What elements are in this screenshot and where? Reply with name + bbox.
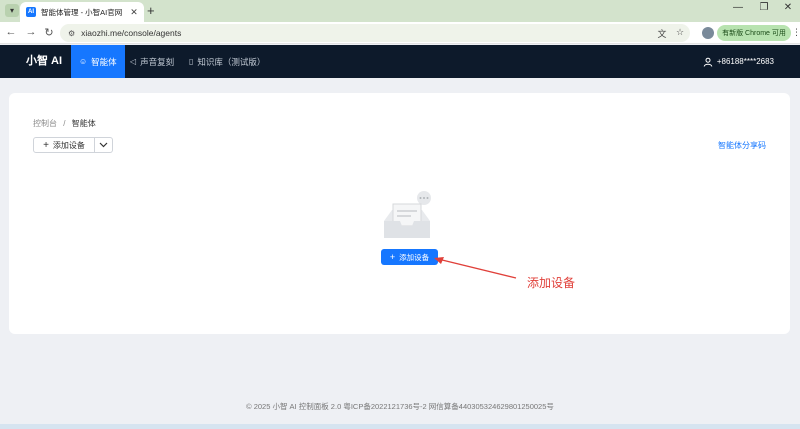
browser-toolbar: ← → ↻ ⚙ xiaozhi.me/console/agents 文 ☆ 有新… [0,22,800,44]
user-account[interactable]: +86188****2683 [703,45,774,78]
favicon-icon: AI [26,7,36,17]
empty-add-device-label: 添加设备 [399,252,430,262]
nav-voice-clone-label: 声音复刻 [140,56,175,67]
agent-share-code-link[interactable]: 智能体分享码 [718,140,766,151]
robot-icon: ☺ [79,57,88,66]
close-window-icon[interactable]: ✕ [780,2,796,13]
page-footer: © 2025 小智 AI 控制面板 2.0 粤ICP备2022121736号-2… [246,402,554,411]
address-bar[interactable]: ⚙ xiaozhi.me/console/agents [60,24,690,42]
annotation-label: 添加设备 [527,276,576,290]
plus-icon: + [389,252,396,262]
tab-search-icon[interactable]: ▾ [5,4,19,17]
profile-avatar-icon[interactable] [702,27,714,39]
add-device-button[interactable]: + 添加设备 [33,137,95,153]
agents-card: 控制台 / 智能体 + 添加设备 智能体分享码 + 添加设备 [9,93,790,334]
tab-title: 智能体管理 - 小智AI官网 [41,7,123,17]
nav-voice-clone[interactable]: ◁ 声音复刻 [122,45,182,78]
book-icon: ▯ [189,57,194,66]
bookmark-star-icon[interactable]: ☆ [674,27,686,38]
plus-icon: + [43,139,49,151]
taskbar-strip [0,424,800,429]
user-icon [703,57,713,67]
add-device-split-button: + 添加设备 [33,137,113,153]
chrome-menu-icon[interactable]: ⋮ [792,27,800,38]
add-device-label: 添加设备 [52,140,85,150]
translate-icon[interactable]: 文 [656,27,668,40]
nav-agents-label: 智能体 [91,56,117,67]
reload-icon[interactable]: ↻ [42,26,56,39]
site-info-icon[interactable]: ⚙ [68,29,75,38]
speaker-icon: ◁ [130,57,137,66]
nav-knowledge-base[interactable]: ▯ 知识库（测试版） [181,45,273,78]
minimize-icon[interactable]: — [730,2,746,13]
breadcrumb: 控制台 / 智能体 [33,118,96,129]
url-text: xiaozhi.me/console/agents [81,28,182,38]
app-header: 小智 AI ☺ 智能体 ◁ 声音复刻 ▯ 知识库（测试版） +86188****… [0,45,800,78]
nav-agents[interactable]: ☺ 智能体 [71,45,125,78]
chevron-down-icon[interactable] [95,137,113,153]
tab-close-icon[interactable]: ✕ [128,7,140,18]
nav-knowledge-base-label: 知识库（测试版） [197,56,266,67]
browser-tab-strip: ▾ AI 智能体管理 - 小智AI官网 ✕ + — ❐ ✕ [0,0,800,22]
forward-icon[interactable]: → [24,26,38,38]
user-phone: +86188****2683 [716,57,774,66]
browser-tab[interactable]: AI 智能体管理 - 小智AI官网 ✕ [20,2,144,22]
breadcrumb-root[interactable]: 控制台 [33,119,57,128]
breadcrumb-separator: / [63,119,66,128]
new-tab-icon[interactable]: + [147,3,155,18]
annotation-arrow [434,257,517,279]
maximize-icon[interactable]: ❐ [756,2,772,13]
breadcrumb-current: 智能体 [71,119,96,128]
empty-inbox-icon [384,191,431,238]
back-icon[interactable]: ← [4,26,18,38]
chrome-update-button[interactable]: 有新版 Chrome 可用 [717,25,791,41]
brand-logo[interactable]: 小智 AI [26,45,62,78]
